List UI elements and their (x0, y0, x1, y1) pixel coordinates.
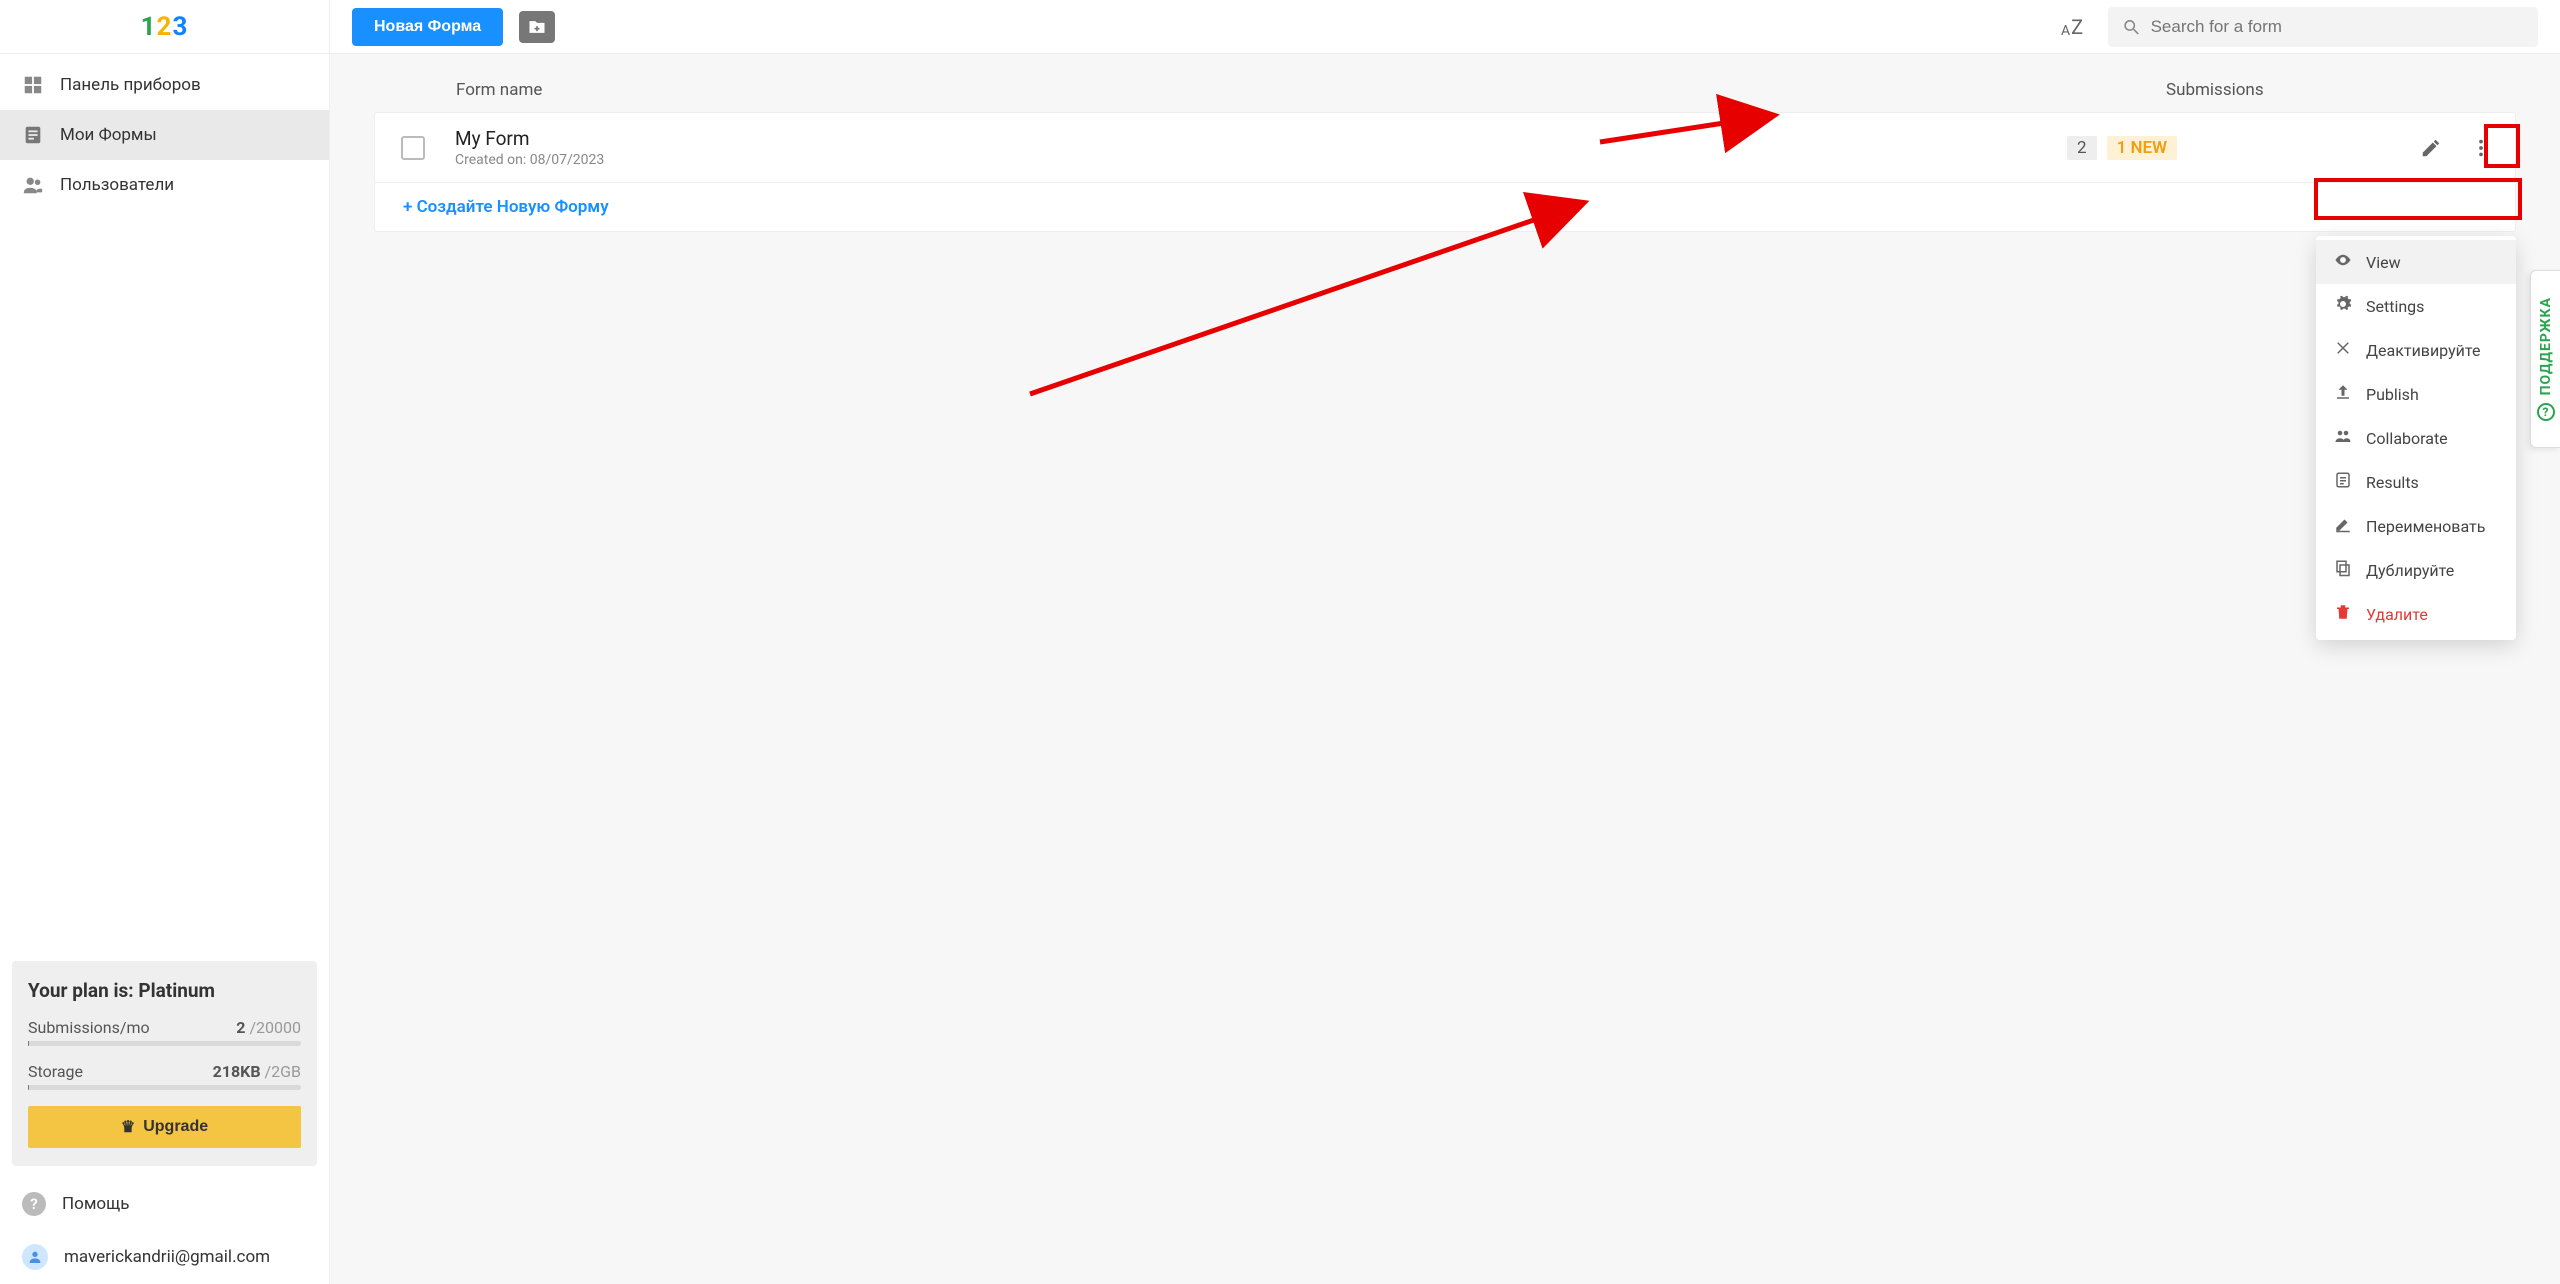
search-icon (2122, 17, 2141, 37)
menu-item-label: Settings (2366, 297, 2424, 316)
plan-submissions-label: Submissions/mo (28, 1018, 150, 1037)
upgrade-label: Upgrade (143, 1118, 208, 1136)
gear-icon (2334, 295, 2352, 317)
new-folder-button[interactable] (519, 11, 555, 43)
sidebar-item-forms[interactable]: Мои Формы (0, 110, 329, 160)
sidebar-item-dashboard[interactable]: Панель приборов (0, 60, 329, 110)
trash-icon (2334, 603, 2352, 625)
new-form-button[interactable]: Новая Форма (352, 8, 503, 46)
menu-item-label: Collaborate (2366, 429, 2448, 448)
plan-storage-limit: /2GB (265, 1062, 301, 1081)
user-email: maverickandrii@gmail.com (64, 1247, 270, 1267)
plan-title: Your plan is: Platinum (28, 979, 301, 1002)
menu-item-results[interactable]: Results (2316, 460, 2516, 504)
edit-button[interactable] (2417, 134, 2445, 162)
plan-storage-used: 218KB (213, 1062, 261, 1081)
form-row[interactable]: My Form Created on: 08/07/2023 2 1 NEW (374, 112, 2516, 183)
sidebar-item-label: Мои Формы (60, 125, 307, 145)
upgrade-button[interactable]: ♛ Upgrade (28, 1106, 301, 1148)
help-label: Помощь (62, 1194, 129, 1214)
row-checkbox[interactable] (401, 136, 425, 160)
menu-item-copy[interactable]: Дублируйте (2316, 548, 2516, 592)
logo[interactable]: 123 (0, 0, 329, 54)
menu-item-publish[interactable]: Publish (2316, 372, 2516, 416)
sidebar-item-label: Пользователи (60, 175, 307, 195)
menu-item-eye[interactable]: View (2316, 240, 2516, 284)
help-icon: ? (22, 1192, 46, 1216)
sidebar-nav: Панель приборов Мои Формы Пользователи (0, 54, 329, 210)
rename-icon (2334, 515, 2352, 537)
sort-button[interactable]: AZ (2052, 7, 2092, 47)
menu-item-cross[interactable]: Деактивируйте (2316, 328, 2516, 372)
plan-storage-bar (28, 1085, 301, 1090)
menu-item-label: Results (2366, 473, 2419, 492)
folder-plus-icon (527, 17, 547, 37)
main: Новая Форма AZ Form name Submissions My (330, 0, 2560, 1284)
col-name: Form name (456, 80, 2166, 100)
results-icon (2334, 471, 2352, 493)
form-title: My Form (455, 127, 2047, 150)
sidebar-help[interactable]: ? Помощь (0, 1178, 329, 1230)
search-input[interactable] (2151, 17, 2524, 37)
plan-card: Your plan is: Platinum Submissions/mo 2 … (12, 961, 317, 1166)
sidebar-user[interactable]: maverickandrii@gmail.com (0, 1230, 329, 1284)
avatar (22, 1244, 48, 1270)
row-actions (2417, 134, 2495, 162)
form-created: Created on: 08/07/2023 (455, 152, 2047, 168)
publish-icon (2334, 383, 2352, 405)
plan-submissions-limit: /20000 (249, 1018, 301, 1037)
support-tab[interactable]: ПОДДЕРЖКА ? (2530, 270, 2560, 448)
sort-az-icon: AZ (2061, 15, 2083, 39)
plan-storage-label: Storage (28, 1062, 83, 1081)
cross-icon (2334, 339, 2352, 361)
kebab-icon (2470, 137, 2492, 159)
submissions-new-badge[interactable]: 1 NEW (2107, 136, 2177, 160)
sidebar: 123 Панель приборов Мои Формы Пользовате… (0, 0, 330, 1284)
forms-icon (22, 124, 44, 146)
menu-item-people[interactable]: Collaborate (2316, 416, 2516, 460)
menu-item-gear[interactable]: Settings (2316, 284, 2516, 328)
plan-submissions-bar (28, 1041, 301, 1046)
toolbar: Новая Форма AZ (330, 0, 2560, 54)
context-menu: View Settings Деактивируйте Publish Collabor… (2316, 236, 2516, 640)
plan-submissions-used: 2 (236, 1018, 245, 1037)
menu-item-label: Publish (2366, 385, 2419, 404)
create-form-link[interactable]: + Создайте Новую Форму (374, 183, 2516, 232)
eye-icon (2334, 251, 2352, 273)
more-button[interactable] (2467, 134, 2495, 162)
form-meta: My Form Created on: 08/07/2023 (455, 127, 2047, 168)
support-label: ПОДДЕРЖКА (2538, 297, 2554, 395)
menu-item-label: Удалите (2366, 605, 2428, 624)
sidebar-item-users[interactable]: Пользователи (0, 160, 329, 210)
menu-item-label: Деактивируйте (2366, 341, 2480, 360)
crown-icon: ♛ (121, 1117, 135, 1137)
menu-item-trash[interactable]: Удалите (2316, 592, 2516, 636)
people-icon (2334, 427, 2352, 449)
submissions-count: 2 (2067, 136, 2097, 160)
menu-item-label: Переименовать (2366, 517, 2485, 536)
menu-item-label: Дублируйте (2366, 561, 2454, 580)
menu-item-rename[interactable]: Переименовать (2316, 504, 2516, 548)
copy-icon (2334, 559, 2352, 581)
col-submissions: Submissions (2166, 80, 2496, 100)
users-icon (22, 174, 44, 196)
content: Form name Submissions My Form Created on… (330, 54, 2560, 246)
pencil-icon (2420, 137, 2442, 159)
dashboard-icon (22, 74, 44, 96)
support-icon: ? (2537, 403, 2555, 421)
menu-item-label: View (2366, 253, 2401, 272)
form-submissions: 2 1 NEW (2067, 136, 2397, 160)
list-header: Form name Submissions (374, 68, 2516, 112)
search-wrap[interactable] (2108, 7, 2538, 47)
sidebar-item-label: Панель приборов (60, 75, 307, 95)
